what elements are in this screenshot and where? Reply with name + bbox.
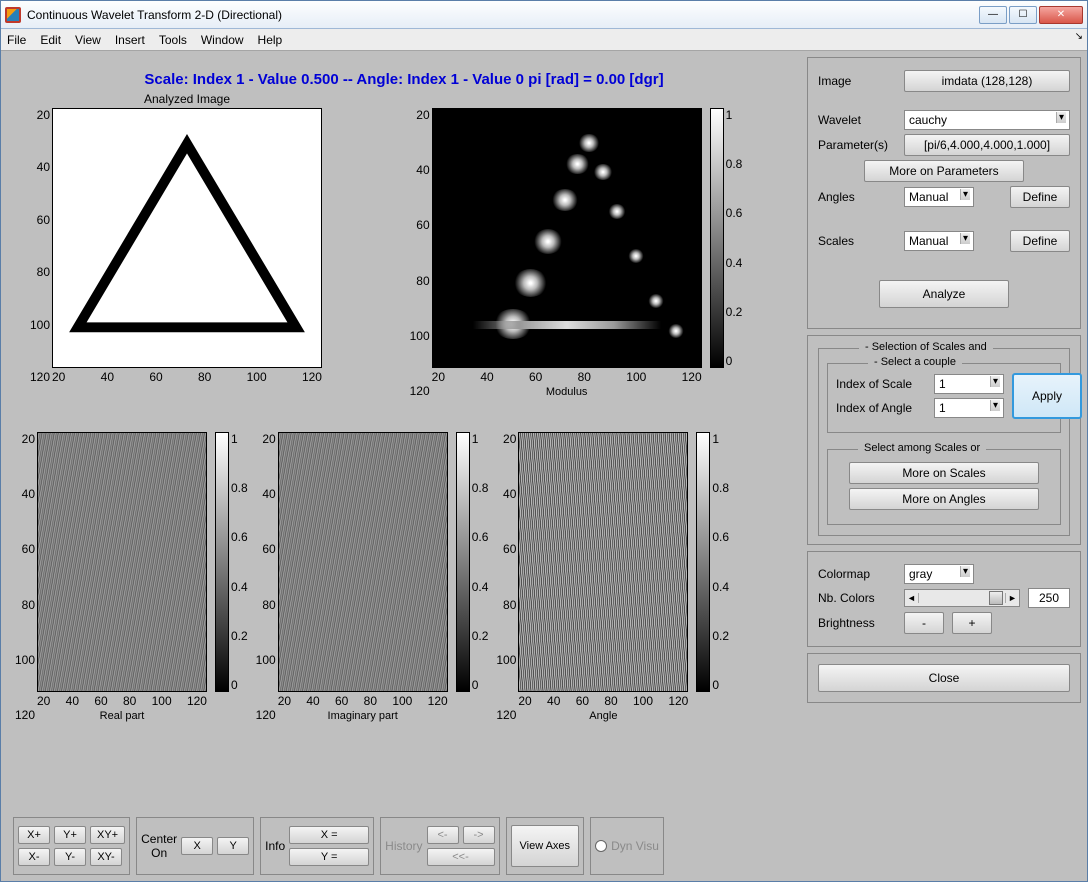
- x-minus-button[interactable]: X-: [18, 848, 50, 866]
- brightness-plus-button[interactable]: +: [952, 612, 992, 634]
- real-label: Real part: [37, 710, 207, 722]
- minimize-button[interactable]: —: [979, 6, 1007, 24]
- xy-minus-button[interactable]: XY-: [90, 848, 122, 866]
- center-on-label: Center On: [141, 832, 177, 860]
- y-axis-ticks: 20406080100120: [26, 108, 50, 384]
- selection-group: - Selection of Scales and - Select a cou…: [818, 348, 1070, 536]
- index-angle-label: Index of Angle: [836, 401, 926, 415]
- analyzed-image-plot[interactable]: [52, 108, 322, 368]
- imaginary-part-plot[interactable]: [278, 432, 448, 692]
- image-label: Image: [818, 74, 896, 88]
- history-fwd-button[interactable]: ->: [463, 826, 495, 844]
- scales-label: Scales: [818, 234, 896, 248]
- angles-select[interactable]: Manual: [904, 187, 974, 207]
- x-plus-button[interactable]: X+: [18, 826, 50, 844]
- info-x-button[interactable]: X =: [289, 826, 369, 844]
- angles-label: Angles: [818, 190, 896, 204]
- colorbar-ticks: 10.80.60.40.20: [726, 108, 743, 368]
- parameter-label: Parameter(s): [818, 138, 896, 152]
- menu-insert[interactable]: Insert: [115, 33, 145, 47]
- brightness-minus-button[interactable]: -: [904, 612, 944, 634]
- maximize-button[interactable]: ☐: [1009, 6, 1037, 24]
- modulus-plot[interactable]: [432, 108, 702, 368]
- colormap-select[interactable]: gray: [904, 564, 974, 584]
- more-scales-button[interactable]: More on Scales: [849, 462, 1039, 484]
- app-icon: [5, 7, 21, 23]
- info-y-button[interactable]: Y =: [289, 848, 369, 866]
- imag-label: Imaginary part: [278, 710, 448, 722]
- x-axis-ticks: 20406080100120: [52, 370, 322, 384]
- titlebar: Continuous Wavelet Transform 2-D (Direct…: [1, 1, 1087, 29]
- menu-tools[interactable]: Tools: [159, 33, 187, 47]
- y-minus-button[interactable]: Y-: [54, 848, 86, 866]
- view-axes-button[interactable]: View Axes: [511, 825, 580, 867]
- more-angles-button[interactable]: More on Angles: [849, 488, 1039, 510]
- history-label: History: [385, 839, 422, 853]
- menubar: File Edit View Insert Tools Window Help …: [1, 29, 1087, 51]
- angle-label: Angle: [518, 710, 688, 722]
- menu-window[interactable]: Window: [201, 33, 244, 47]
- nbcolors-value[interactable]: 250: [1028, 588, 1070, 608]
- analyze-button[interactable]: Analyze: [879, 280, 1009, 308]
- window-title: Continuous Wavelet Transform 2-D (Direct…: [27, 8, 979, 22]
- scales-define-button[interactable]: Define: [1010, 230, 1070, 252]
- modulus-label: Modulus: [432, 386, 702, 398]
- menu-file[interactable]: File: [7, 33, 26, 47]
- right-panel: Image imdata (128,128) Wavelet cauchy Pa…: [807, 57, 1081, 881]
- menu-edit[interactable]: Edit: [40, 33, 61, 47]
- info-label: Info: [265, 839, 285, 853]
- brightness-label: Brightness: [818, 616, 896, 630]
- history-reset-button[interactable]: <<-: [427, 848, 495, 866]
- angles-define-button[interactable]: Define: [1010, 186, 1070, 208]
- apply-button[interactable]: Apply: [1012, 373, 1082, 419]
- menubar-corner-icon[interactable]: ↘: [1075, 31, 1083, 42]
- modulus-colorbar: [710, 108, 724, 368]
- wavelet-label: Wavelet: [818, 113, 896, 127]
- modulus-y-ticks: 20406080100120: [406, 108, 430, 398]
- colormap-label: Colormap: [818, 567, 896, 581]
- wavelet-select[interactable]: cauchy: [904, 110, 1070, 130]
- dyn-visu-radio[interactable]: Dyn Visu: [595, 839, 659, 853]
- menu-view[interactable]: View: [75, 33, 101, 47]
- y-plus-button[interactable]: Y+: [54, 826, 86, 844]
- bottom-toolbar: X+ Y+ XY+ X- Y- XY- Center O: [13, 817, 795, 875]
- real-part-plot[interactable]: [37, 432, 207, 692]
- menu-help[interactable]: Help: [258, 33, 283, 47]
- scales-select[interactable]: Manual: [904, 231, 974, 251]
- analyzed-title: Analyzed Image: [144, 92, 230, 106]
- header-title: Scale: Index 1 - Value 0.500 -- Angle: I…: [7, 57, 801, 92]
- close-button[interactable]: Close: [818, 664, 1070, 692]
- parameter-button[interactable]: [pi/6,4.000,4.000,1.000]: [904, 134, 1070, 156]
- angle-plot[interactable]: [518, 432, 688, 692]
- history-back-button[interactable]: <-: [427, 826, 459, 844]
- nbcolors-slider[interactable]: ◄►: [904, 589, 1020, 607]
- index-scale-select[interactable]: 1: [934, 374, 1004, 394]
- nbcolors-label: Nb. Colors: [818, 591, 896, 605]
- index-scale-label: Index of Scale: [836, 377, 926, 391]
- image-button[interactable]: imdata (128,128): [904, 70, 1070, 92]
- app-window: Continuous Wavelet Transform 2-D (Direct…: [0, 0, 1088, 882]
- index-angle-select[interactable]: 1: [934, 398, 1004, 418]
- xy-plus-button[interactable]: XY+: [90, 826, 125, 844]
- close-window-button[interactable]: ✕: [1039, 6, 1083, 24]
- modulus-x-ticks: 20406080100120: [432, 370, 702, 384]
- center-x-button[interactable]: X: [181, 837, 213, 855]
- center-y-button[interactable]: Y: [217, 837, 249, 855]
- more-parameters-button[interactable]: More on Parameters: [864, 160, 1024, 182]
